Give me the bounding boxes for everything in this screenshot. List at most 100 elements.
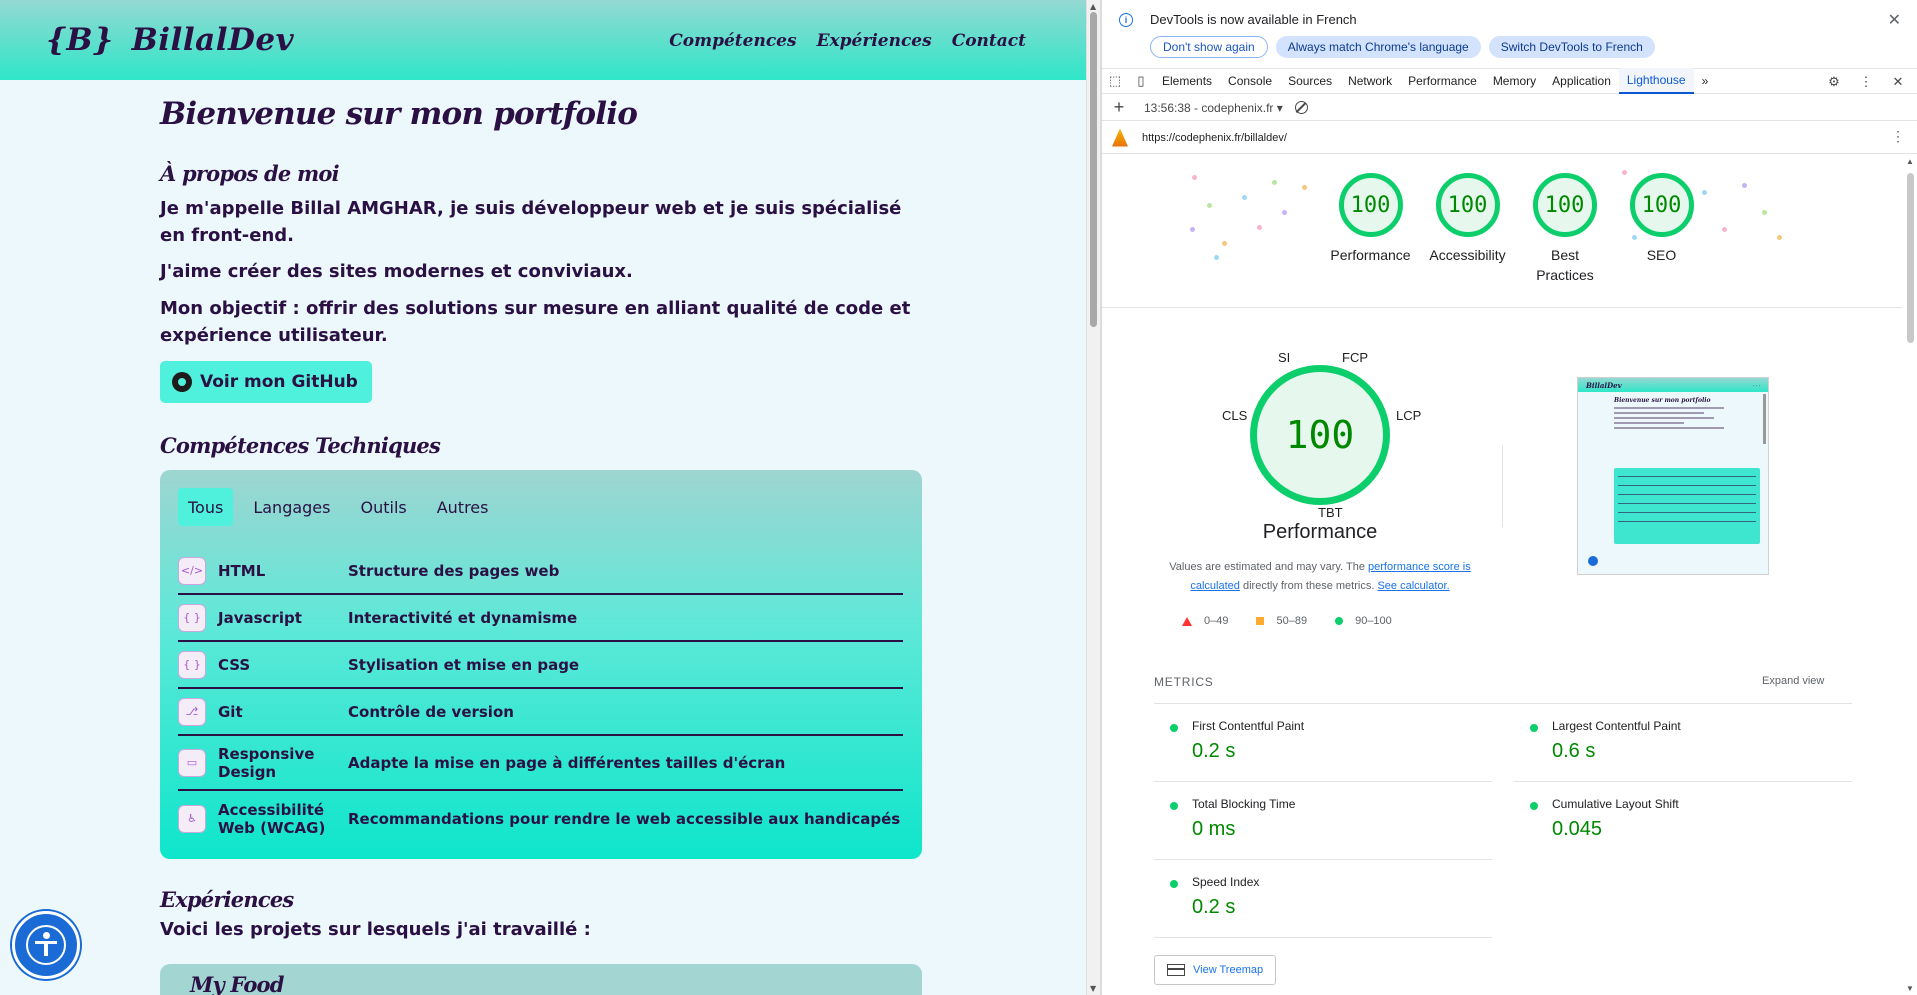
tab-sources[interactable]: Sources	[1280, 68, 1340, 94]
thumbnail-logo: BillalDev	[1586, 381, 1622, 390]
see-calculator-link[interactable]: See calculator.	[1377, 580, 1449, 592]
report-select[interactable]: 13:56:38 - codephenix.fr ▾	[1144, 101, 1283, 115]
tab-elements[interactable]: Elements	[1154, 68, 1220, 94]
gear-icon[interactable]: ⚙	[1821, 74, 1847, 90]
scroll-down-icon[interactable]: ▼	[1906, 984, 1914, 993]
skill-row: { } CSS Stylisation et mise en page	[178, 642, 903, 689]
kebab-menu-icon[interactable]: ⋮	[1891, 128, 1905, 145]
skill-name: Javascript	[218, 608, 302, 627]
pass-circle-icon	[1170, 802, 1178, 810]
metric-value: 0.6 s	[1552, 740, 1596, 762]
github-icon	[172, 372, 192, 392]
skill-tab-autres[interactable]: Autres	[427, 488, 499, 526]
metric-si: Speed Index 0.2 s	[1154, 860, 1492, 938]
category-scores: 100 Performance 100 Accessibility 100 Be…	[1322, 173, 1710, 285]
tab-application[interactable]: Application	[1544, 68, 1619, 94]
dont-show-again-button[interactable]: Don't show again	[1150, 36, 1268, 58]
close-devtools-icon[interactable]: ✕	[1885, 74, 1911, 90]
skill-tabs: Tous Langages Outils Autres	[178, 488, 498, 526]
score-accessibility[interactable]: 100 Accessibility	[1419, 173, 1516, 285]
skill-desc: Interactivité et dynamisme	[348, 608, 578, 627]
gauge-label-si: SI	[1278, 350, 1291, 365]
metric-value: 0.2 s	[1192, 896, 1236, 918]
accessibility-menu-button[interactable]	[12, 911, 80, 979]
scroll-down-icon[interactable]: ▼	[1090, 984, 1096, 993]
expand-view-toggle[interactable]: Expand view	[1762, 675, 1824, 687]
kebab-menu-icon[interactable]: ⋮	[1853, 74, 1879, 90]
page-scrollbar[interactable]: ▲ ▼	[1086, 0, 1100, 995]
tab-lighthouse[interactable]: Lighthouse	[1618, 68, 1694, 94]
nav-link-experiences[interactable]: Expériences	[817, 31, 932, 51]
metrics-header: METRICS	[1154, 675, 1214, 689]
score-gauge: 100	[1338, 173, 1403, 237]
view-treemap-button[interactable]: View Treemap	[1154, 955, 1277, 985]
skill-tab-tous[interactable]: Tous	[178, 488, 234, 526]
skills-card: Tous Langages Outils Autres </> HTML Str…	[160, 470, 922, 859]
report-scrollbar[interactable]: ▲ ▼	[1904, 155, 1917, 995]
metric-cls: Cumulative Layout Shift 0.045	[1514, 782, 1852, 860]
tab-performance[interactable]: Performance	[1400, 68, 1485, 94]
gauge-label-cls: CLS	[1222, 408, 1248, 423]
nav-link-contact[interactable]: Contact	[952, 31, 1026, 51]
pass-circle-icon	[1170, 724, 1178, 732]
more-tabs-icon[interactable]: »	[1694, 68, 1717, 94]
close-icon[interactable]: ✕	[1888, 10, 1901, 30]
metric-fcp: First Contentful Paint 0.2 s	[1154, 704, 1492, 782]
legend-fail: 0–49	[1182, 615, 1228, 627]
device-toolbar-icon[interactable]: ▯	[1128, 73, 1154, 89]
report-url[interactable]: https://codephenix.fr/billaldev/	[1142, 132, 1287, 144]
project-title: My Food	[190, 972, 284, 995]
tab-network[interactable]: Network	[1340, 68, 1400, 94]
github-button[interactable]: Voir mon GitHub	[160, 361, 372, 403]
logo-brace: {B}	[46, 22, 114, 58]
final-screenshot-thumbnail[interactable]: BillalDev · · · Bienvenue sur mon portfol…	[1577, 377, 1769, 575]
tab-console[interactable]: Console	[1220, 68, 1280, 94]
inspect-element-icon[interactable]: ⬚	[1102, 73, 1128, 89]
javascript-icon: { }	[178, 603, 206, 632]
about-paragraph: Mon objectif : offrir des solutions sur …	[160, 298, 911, 346]
responsive-icon: ▭	[178, 748, 206, 777]
skill-row: ▭ Responsive Design Adapte la mise en pa…	[178, 736, 903, 791]
scroll-up-icon[interactable]: ▲	[1906, 157, 1914, 166]
average-square-icon	[1256, 617, 1265, 625]
skill-name: HTML	[218, 561, 266, 580]
score-performance[interactable]: 100 Performance	[1322, 173, 1419, 285]
site-nav: Compétences Expériences Contact	[669, 31, 1026, 51]
skill-desc: Recommandations pour rendre le web acces…	[348, 809, 901, 828]
score-best-practices[interactable]: 100 Best Practices	[1516, 173, 1613, 285]
clear-reports-icon[interactable]	[1294, 101, 1308, 114]
match-language-button[interactable]: Always match Chrome's language	[1275, 36, 1481, 58]
note-text: directly from these metrics.	[1239, 580, 1378, 592]
css-icon: { }	[178, 650, 206, 679]
scrollbar-thumb[interactable]	[1907, 173, 1914, 343]
nav-link-competences[interactable]: Compétences	[669, 31, 796, 51]
new-report-icon[interactable]: +	[1106, 97, 1132, 118]
skill-desc: Contrôle de version	[348, 702, 514, 721]
switch-french-button[interactable]: Switch DevTools to French	[1488, 36, 1655, 58]
metric-value: 0.045	[1552, 818, 1603, 840]
tab-memory[interactable]: Memory	[1485, 68, 1544, 94]
treemap-button-label: View Treemap	[1193, 964, 1264, 976]
project-card[interactable]: My Food	[160, 964, 922, 995]
about-title: À propos de moi	[160, 161, 340, 186]
metric-name: Cumulative Layout Shift	[1552, 797, 1679, 811]
scroll-up-icon[interactable]: ▲	[1090, 2, 1096, 11]
devtools-tabbar: ⬚ ▯ Elements Console Sources Network Per…	[1102, 68, 1917, 94]
score-seo[interactable]: 100 SEO	[1613, 173, 1710, 285]
pass-circle-icon	[1335, 617, 1344, 625]
fail-triangle-icon	[1182, 616, 1192, 626]
site-logo[interactable]: {B} BillalDev	[46, 22, 294, 58]
metric-value: 0 ms	[1192, 818, 1236, 840]
skill-name: CSS	[218, 655, 251, 674]
metric-name: Largest Contentful Paint	[1552, 719, 1681, 733]
thumbnail-accessibility-icon	[1588, 556, 1598, 566]
site-header: {B} BillalDev Compétences Expériences Con…	[0, 0, 1086, 80]
legend-average: 50–89	[1256, 615, 1307, 627]
thumbnail-nav: · · ·	[1753, 383, 1760, 388]
scrollbar-thumb[interactable]	[1090, 12, 1097, 327]
skill-tab-outils[interactable]: Outils	[350, 488, 416, 526]
infobar-text: DevTools is now available in French	[1150, 12, 1357, 27]
skill-name: Responsive Design	[218, 744, 315, 781]
metric-name: First Contentful Paint	[1192, 719, 1305, 733]
skill-tab-langages[interactable]: Langages	[243, 488, 340, 526]
